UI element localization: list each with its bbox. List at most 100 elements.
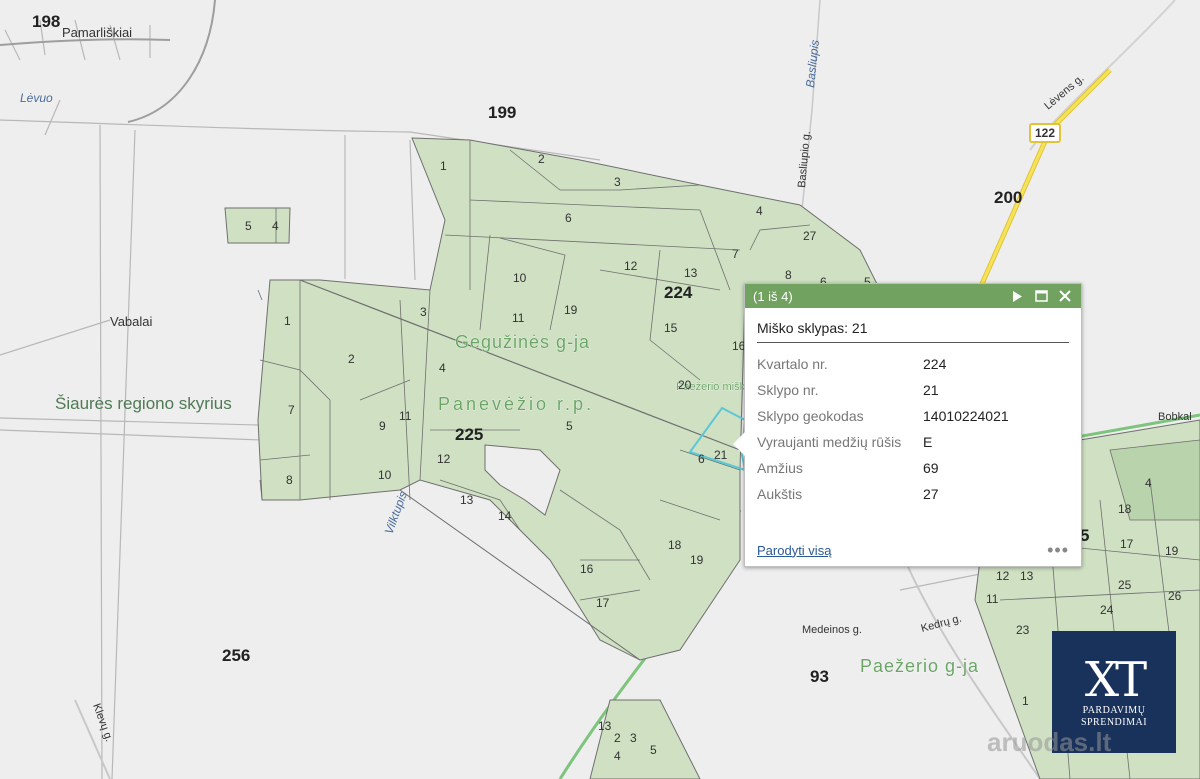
block-93: 93: [810, 667, 829, 686]
popup-header: (1 iš 4): [745, 284, 1081, 308]
parcel-number: 5: [245, 219, 252, 233]
svg-text:4: 4: [614, 749, 621, 763]
parcel-number: 3: [614, 175, 621, 189]
parcel-number: 11: [512, 311, 525, 325]
popup-pointer: [733, 432, 745, 456]
svg-text:10: 10: [378, 468, 392, 482]
svg-text:25: 25: [1118, 578, 1132, 592]
place-bobkal: Bobkal: [1158, 411, 1192, 423]
label-region: Šiaurės regiono skyrius: [55, 394, 232, 413]
block-224: 224: [664, 283, 693, 302]
watermark: aruodas.lt: [987, 727, 1112, 757]
maximize-icon[interactable]: [1033, 288, 1049, 304]
svg-text:6: 6: [698, 452, 705, 466]
attribute-row: Kvartalo nr. 224: [757, 351, 1009, 377]
label-panevezio-rp: Panevėžio r.p.: [438, 394, 594, 414]
parcel-number: 17: [596, 596, 610, 610]
parcel-number: 27: [803, 229, 817, 243]
svg-text:13: 13: [1020, 569, 1034, 583]
parcel-number: 15: [664, 321, 678, 335]
attribute-value: 27: [923, 486, 939, 502]
svg-text:1: 1: [284, 314, 291, 328]
more-options-icon[interactable]: •••: [1047, 540, 1069, 561]
svg-text:19: 19: [1165, 544, 1179, 558]
parcel-number: 18: [668, 538, 682, 552]
label-paezerio-gja: Paežerio g-ja: [860, 656, 979, 676]
attribute-value: E: [923, 434, 933, 450]
place-pamarliskiai: Pamarliškiai: [62, 25, 132, 40]
attribute-key: Kvartalo nr.: [757, 356, 828, 372]
attribute-row: Vyraujanti medžių rūšis E: [757, 429, 1009, 455]
popup-feature-count: (1 iš 4): [753, 288, 793, 304]
attribute-value: 224: [923, 356, 947, 372]
logo-line1: PARDAVIMŲ: [1082, 705, 1146, 716]
svg-text:2: 2: [614, 731, 621, 745]
parcel-number: 19: [564, 303, 578, 317]
svg-text:12: 12: [437, 452, 451, 466]
attribute-row: Amžius 69: [757, 455, 1009, 481]
parcel-number: 13: [684, 266, 698, 280]
feature-popup[interactable]: (1 iš 4) Miško sklypas: 21 Kvartalo nr. 2…: [733, 283, 1082, 567]
show-all-link[interactable]: Parodyti visą: [757, 543, 1047, 558]
attribute-table: Kvartalo nr. 224 Sklypo nr. 21 Sklypo geok…: [757, 351, 1009, 507]
svg-text:7: 7: [288, 403, 295, 417]
attribute-key: Sklypo geokodas: [757, 408, 864, 424]
block-256: 256: [222, 646, 250, 665]
parcel-number: 8: [785, 268, 792, 282]
svg-text:5: 5: [566, 419, 573, 433]
svg-text:23: 23: [1016, 623, 1030, 637]
play-icon[interactable]: [1009, 288, 1025, 304]
parcel-number: 4: [756, 204, 763, 218]
svg-text:5: 5: [650, 743, 657, 757]
label-levuo: Lėvuo: [20, 91, 53, 105]
parcel-number: 14: [498, 509, 512, 523]
svg-text:18: 18: [1118, 502, 1132, 516]
svg-text:4: 4: [439, 361, 446, 375]
svg-text:2: 2: [348, 352, 355, 366]
svg-text:4: 4: [272, 219, 279, 233]
svg-text:122: 122: [1035, 126, 1055, 140]
svg-text:24: 24: [1100, 603, 1114, 617]
svg-text:3: 3: [420, 305, 427, 319]
svg-text:19: 19: [690, 553, 704, 567]
attribute-value: 14010224021: [923, 408, 1009, 424]
svg-text:4: 4: [1145, 476, 1152, 490]
block-200: 200: [994, 188, 1022, 207]
logo-mark: XT: [1084, 652, 1147, 708]
attribute-row: Aukštis 27: [757, 481, 1009, 507]
attribute-key: Sklypo nr.: [757, 382, 819, 398]
block-198: 198: [32, 12, 60, 31]
parcel-number: 9: [379, 419, 386, 433]
close-icon[interactable]: [1057, 288, 1073, 304]
svg-text:13: 13: [598, 719, 612, 733]
svg-text:17: 17: [1120, 537, 1134, 551]
attribute-row: Sklypo nr. 21: [757, 377, 1009, 403]
attribute-key: Amžius: [757, 460, 803, 476]
parcel-number: 12: [624, 259, 638, 273]
svg-text:3: 3: [630, 731, 637, 745]
svg-text:11: 11: [399, 409, 412, 423]
parcel-number: 7: [732, 247, 739, 261]
parcel-number: 21: [714, 448, 728, 462]
place-vabalai: Vabalai: [110, 314, 153, 329]
label-medeinos-g: Medeinos g.: [802, 624, 862, 636]
svg-text:26: 26: [1168, 589, 1182, 603]
block-199: 199: [488, 103, 516, 122]
svg-text:20: 20: [678, 378, 692, 392]
svg-text:8: 8: [286, 473, 293, 487]
svg-text:11: 11: [986, 592, 999, 606]
attribute-value: 21: [923, 382, 939, 398]
parcel-number: 10: [513, 271, 527, 285]
attribute-key: Vyraujanti medžių rūšis: [757, 434, 902, 450]
attribute-row: Sklypo geokodas 14010224021: [757, 403, 1009, 429]
svg-text:12: 12: [996, 569, 1010, 583]
parcel-number: 6: [565, 211, 572, 225]
parcel-number: 2: [538, 152, 545, 166]
svg-text:13: 13: [460, 493, 474, 507]
attribute-key: Aukštis: [757, 486, 803, 502]
parcel-number: 16: [580, 562, 594, 576]
attribute-value: 69: [923, 460, 939, 476]
svg-text:1: 1: [1022, 694, 1029, 708]
parcel-number: 1: [440, 159, 447, 173]
label-geguzines-gja: Gegužinės g-ja: [455, 332, 590, 352]
